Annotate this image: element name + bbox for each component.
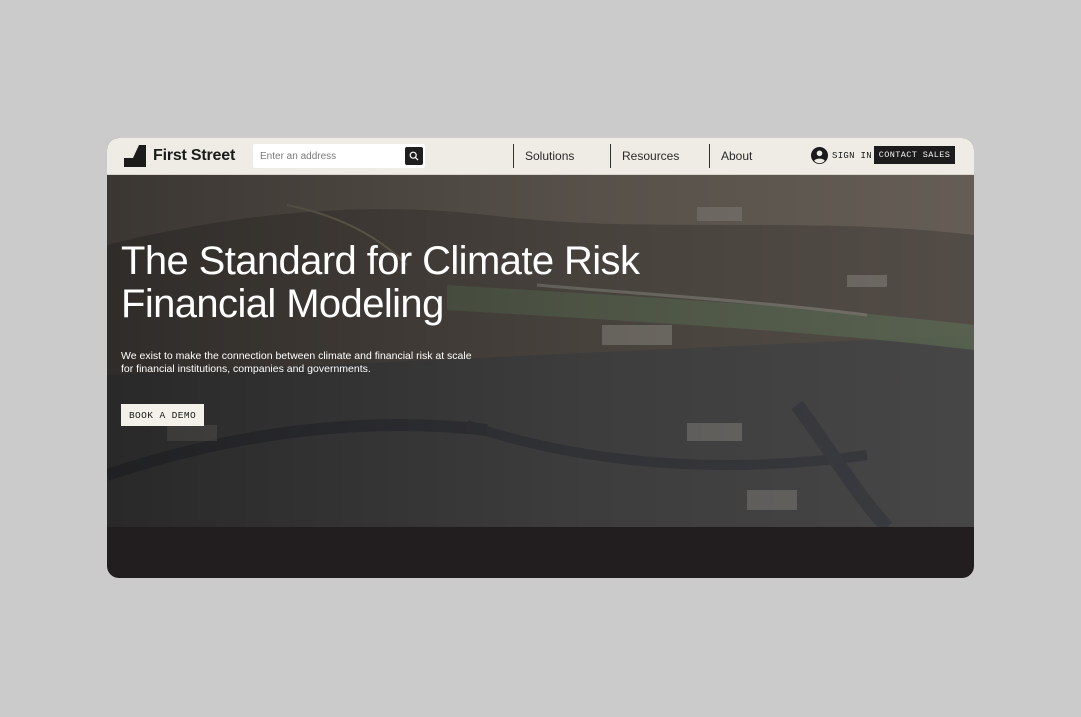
nav-link-solutions[interactable]: Solutions [513, 144, 574, 168]
book-demo-button[interactable]: BOOK A DEMO [121, 404, 204, 426]
address-search-input[interactable] [253, 144, 401, 168]
user-circle-icon [811, 147, 828, 164]
hero-title-line-1: The Standard for Climate Risk [121, 239, 640, 283]
contact-sales-button[interactable]: CONTACT SALES [874, 146, 955, 164]
hero-title: The Standard for Climate Risk Financial … [121, 239, 640, 326]
sign-in-label: SIGN IN [832, 150, 872, 161]
browser-frame: First Street Solutions Resources About S… [107, 138, 974, 578]
top-navigation: First Street Solutions Resources About S… [107, 138, 974, 175]
hero-section: The Standard for Climate Risk Financial … [107, 175, 974, 527]
nav-link-resources[interactable]: Resources [610, 144, 679, 168]
address-search [253, 144, 425, 168]
nav-link-about[interactable]: About [709, 144, 752, 168]
brand-name: First Street [153, 147, 236, 164]
hero-subtitle: We exist to make the connection between … [121, 350, 472, 375]
sign-in-link[interactable]: SIGN IN [811, 147, 872, 164]
first-street-logo-icon [124, 145, 146, 167]
brand-logo[interactable]: First Street [124, 145, 235, 167]
search-button[interactable] [405, 147, 423, 165]
search-icon [409, 151, 419, 161]
hero-title-line-2: Financial Modeling [121, 282, 444, 326]
